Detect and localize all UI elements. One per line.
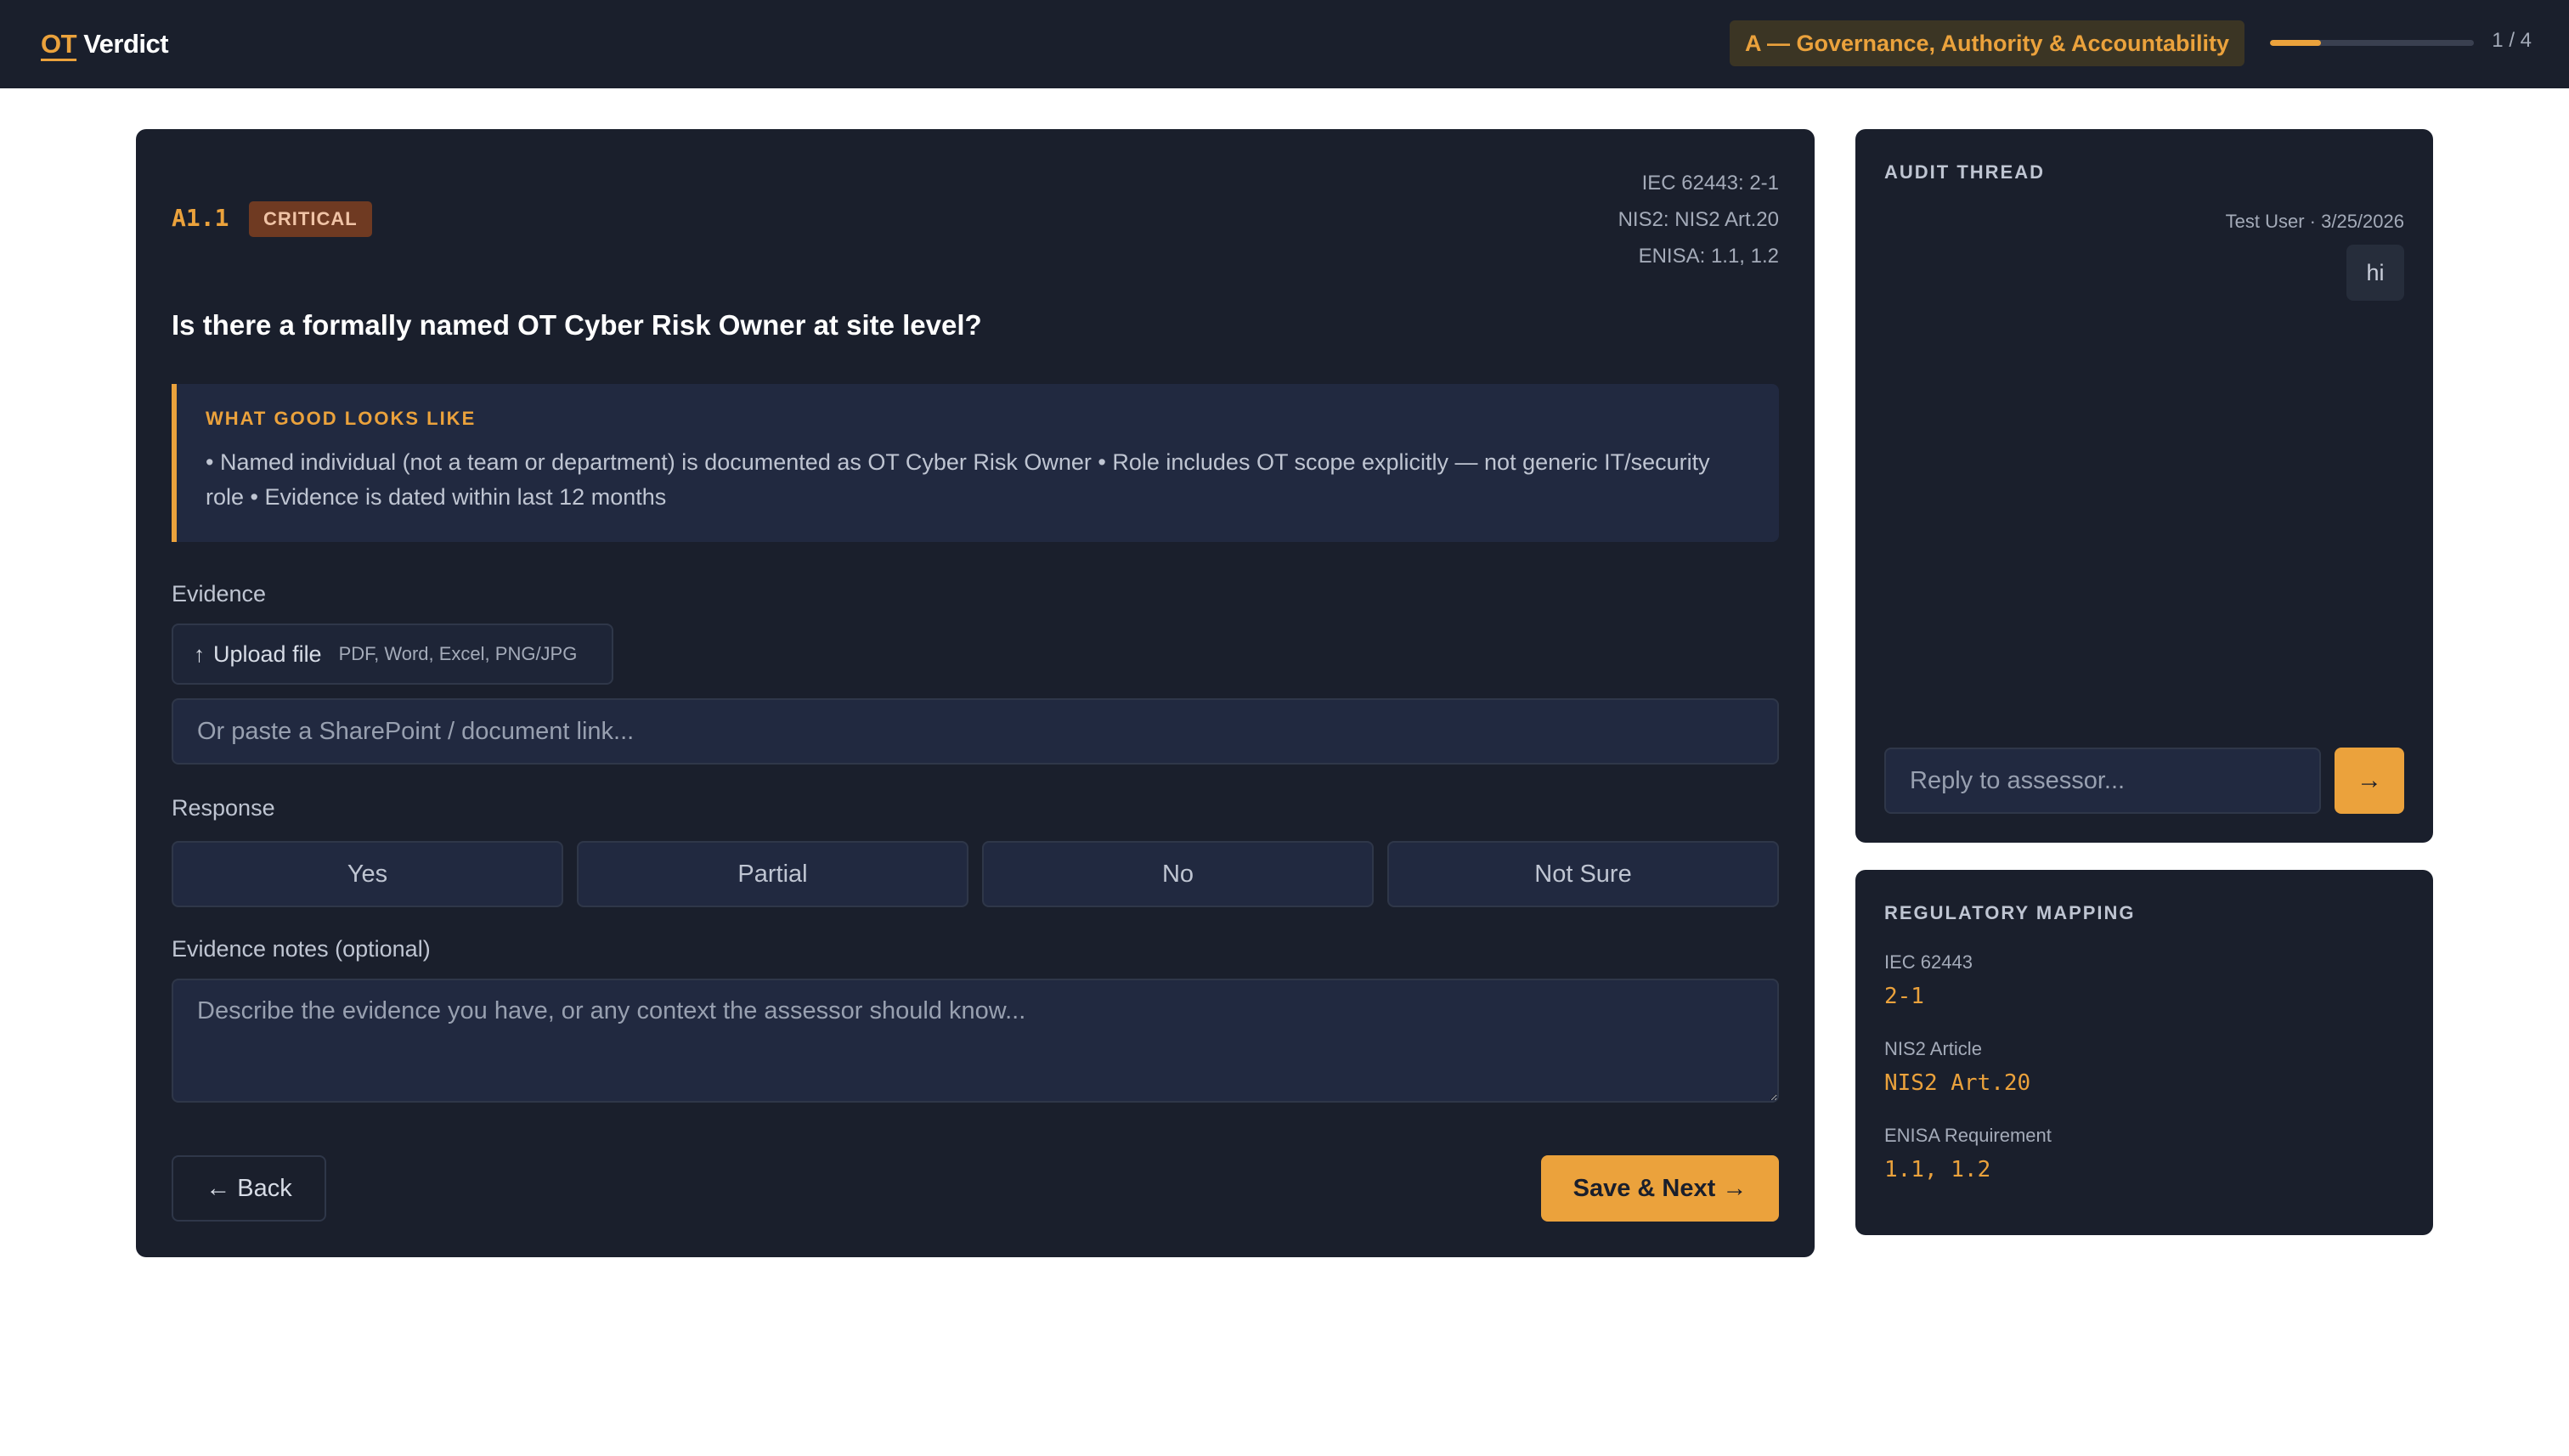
upload-label: Upload file: [213, 641, 322, 667]
mapping-nis2: NIS2 Article NIS2 Art.20: [1884, 1038, 2030, 1096]
what-good-looks-like: WHAT GOOD LOOKS LIKE • Named individual …: [172, 384, 1779, 542]
mapping-enisa: ENISA Requirement 1.1, 1.2: [1884, 1125, 2052, 1182]
brand-name: Verdict: [83, 29, 169, 59]
save-next-button[interactable]: Save & Next →: [1541, 1155, 1779, 1222]
top-bar: OT Verdict A — Governance, Authority & A…: [0, 0, 2569, 88]
mapping-label: IEC 62443: [1884, 951, 1973, 973]
evidence-label: Evidence: [172, 581, 267, 607]
response-no-button[interactable]: No: [982, 841, 1374, 907]
section-indicator: A — Governance, Authority & Accountabili…: [1730, 20, 2244, 66]
audit-thread-panel: AUDIT THREAD Test User · 3/25/2026 hi →: [1855, 129, 2433, 843]
audit-thread-title: AUDIT THREAD: [1884, 161, 2045, 183]
response-partial-button[interactable]: Partial: [577, 841, 968, 907]
upload-hint: PDF, Word, Excel, PNG/JPG: [338, 643, 578, 664]
mapping-value: NIS2 Art.20: [1884, 1070, 2031, 1096]
reference-iec: IEC 62443: 2-1: [1641, 172, 1779, 195]
brand-accent: OT: [41, 29, 77, 59]
response-not-sure-button[interactable]: Not Sure: [1387, 841, 1779, 907]
progress-fill: [2270, 40, 2321, 46]
response-label: Response: [172, 795, 275, 821]
evidence-notes-textarea[interactable]: [172, 979, 1779, 1103]
reference-list: IEC 62443: 2-1 NIS2: NIS2 Art.20 ENISA: …: [1618, 165, 1779, 274]
good-body: • Named individual (not a team or depart…: [206, 449, 1710, 510]
reference-nis2: NIS2: NIS2 Art.20: [1618, 208, 1779, 231]
good-title: WHAT GOOD LOOKS LIKE: [206, 408, 477, 429]
mapping-label: ENISA Requirement: [1884, 1125, 2052, 1146]
question-card: A1.1 CRITICAL IEC 62443: 2-1 NIS2: NIS2 …: [136, 129, 1815, 1257]
notes-label: Evidence notes (optional): [172, 936, 431, 962]
question-text: Is there a formally named OT Cyber Risk …: [172, 309, 982, 341]
mapping-value: 1.1, 1.2: [1884, 1157, 1991, 1182]
regulatory-mapping-panel: REGULATORY MAPPING IEC 62443 2-1 NIS2 Ar…: [1855, 870, 2433, 1235]
question-id: A1.1: [172, 204, 229, 232]
mapping-iec: IEC 62443 2-1: [1884, 951, 1973, 1009]
progress-bar: [2270, 40, 2474, 46]
message-meta: Test User · 3/25/2026: [2225, 211, 2404, 232]
reference-enisa: ENISA: 1.1, 1.2: [1638, 245, 1779, 268]
mapping-label: NIS2 Article: [1884, 1038, 1982, 1059]
brand-logo[interactable]: OT Verdict: [41, 29, 169, 59]
evidence-link-input[interactable]: [172, 698, 1779, 765]
back-button[interactable]: ← Back: [172, 1155, 326, 1222]
regulatory-mapping-title: REGULATORY MAPPING: [1884, 902, 2136, 923]
reply-input[interactable]: [1884, 748, 2321, 814]
arrow-right-icon: →: [2357, 766, 2382, 794]
arrow-up-icon: ↑: [194, 641, 205, 667]
upload-file-button[interactable]: ↑ Upload file PDF, Word, Excel, PNG/JPG: [172, 624, 613, 685]
severity-badge: CRITICAL: [249, 201, 372, 237]
response-options: Yes Partial No Not Sure: [172, 841, 1779, 907]
send-button[interactable]: →: [2335, 748, 2404, 814]
progress-count: 1 / 4: [2492, 29, 2532, 52]
message-bubble: hi: [2346, 245, 2404, 301]
mapping-value: 2-1: [1884, 984, 1924, 1009]
response-yes-button[interactable]: Yes: [172, 841, 563, 907]
